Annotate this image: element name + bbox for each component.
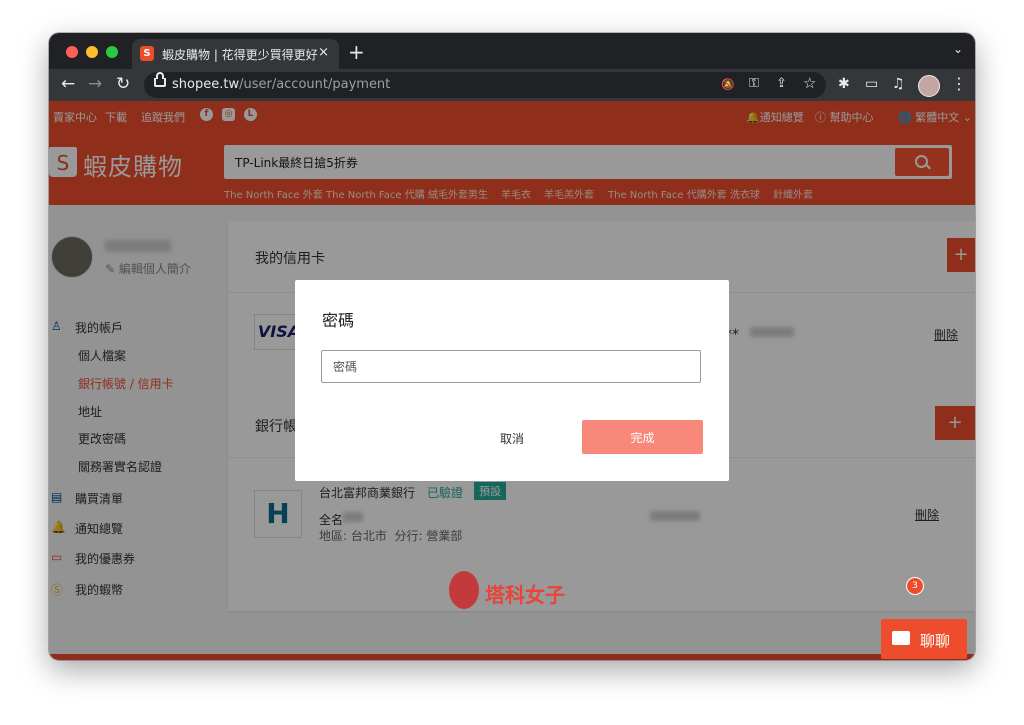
- password-dialog: 密碼 取消 完成: [295, 280, 729, 481]
- notifications-off-icon[interactable]: 🔕: [721, 78, 735, 91]
- watermark-avatar-icon: [449, 571, 479, 609]
- back-icon[interactable]: ←: [61, 74, 75, 94]
- password-input[interactable]: [321, 350, 701, 383]
- forward-icon[interactable]: →: [88, 74, 102, 94]
- star-icon[interactable]: ☆: [803, 74, 816, 92]
- tab-title: 蝦皮購物 | 花得更少買得更好: [162, 48, 318, 62]
- browser-window: S 蝦皮購物 | 花得更少買得更好 × + ⌄ ← → ↻ shopee.tw/…: [49, 33, 975, 660]
- tab-search-icon[interactable]: ⌄: [953, 42, 963, 56]
- new-tab-button[interactable]: +: [348, 40, 365, 64]
- chat-icon: [892, 631, 910, 645]
- cancel-button[interactable]: 取消: [481, 420, 543, 456]
- media-icon[interactable]: ♫: [892, 76, 905, 92]
- watermark-text: 塔科女子: [485, 583, 565, 607]
- extensions-icon[interactable]: ✱: [838, 76, 850, 92]
- share-icon[interactable]: ⇪: [776, 76, 787, 91]
- browser-toolbar: ← → ↻ shopee.tw/user/account/payment 🔕 ⚿…: [49, 69, 975, 101]
- browser-tab[interactable]: S 蝦皮購物 | 花得更少買得更好 ×: [132, 39, 339, 69]
- key-icon[interactable]: ⚿: [749, 76, 759, 91]
- profile-avatar[interactable]: [918, 75, 940, 97]
- zoom-window-button[interactable]: [106, 46, 118, 58]
- cast-icon[interactable]: ▭: [865, 76, 878, 92]
- reload-icon[interactable]: ↻: [116, 74, 130, 94]
- chat-unread-badge: 3: [906, 577, 924, 595]
- close-window-button[interactable]: [66, 46, 78, 58]
- dialog-title: 密碼: [322, 311, 355, 330]
- minimize-window-button[interactable]: [86, 46, 98, 58]
- chat-label: 聊聊: [920, 632, 951, 650]
- confirm-button[interactable]: 完成: [582, 420, 703, 454]
- chat-button[interactable]: 聊聊: [881, 619, 967, 659]
- lock-icon[interactable]: [154, 72, 166, 87]
- menu-icon[interactable]: ⋮: [951, 74, 967, 93]
- url-text[interactable]: shopee.tw/user/account/payment: [172, 77, 390, 92]
- page: 賣家中心 下載 追蹤我們 f ◎ L 🔔通知總覽 ⓘ 幫助中心 🌐 繁體中文 ⌄…: [49, 101, 975, 660]
- tab-bar: S 蝦皮購物 | 花得更少買得更好 × + ⌄: [49, 33, 975, 69]
- tab-close-icon[interactable]: ×: [318, 45, 329, 60]
- shopee-favicon-icon: S: [140, 46, 154, 61]
- address-bar[interactable]: shopee.tw/user/account/payment 🔕 ⚿ ⇪ ☆: [144, 72, 826, 98]
